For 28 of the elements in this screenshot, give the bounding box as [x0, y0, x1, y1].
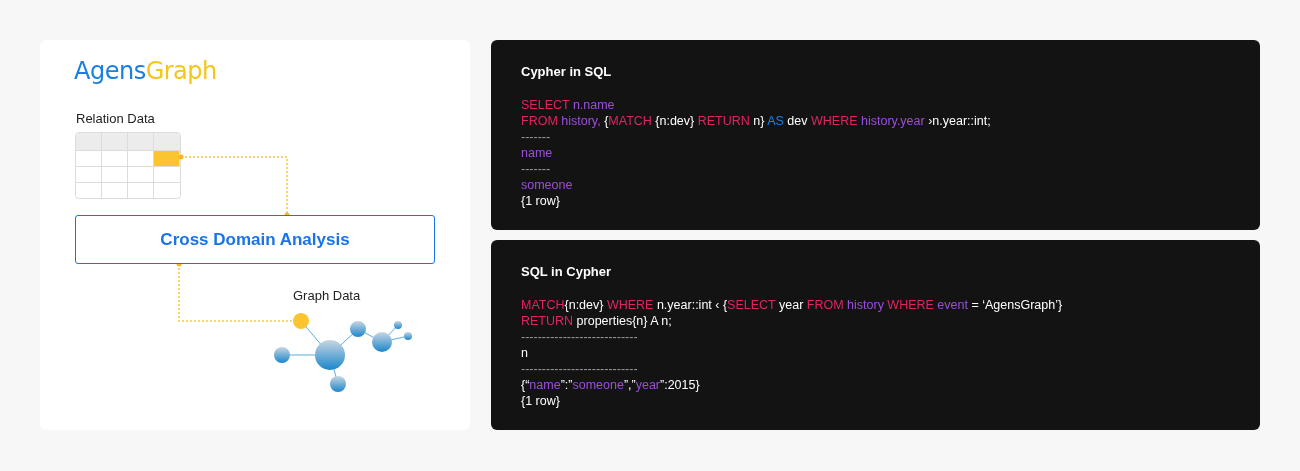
graph-node	[274, 347, 290, 363]
code-line: someone	[521, 177, 574, 193]
code-line: n	[521, 345, 529, 361]
graph-node	[293, 313, 309, 329]
graph-data-label: Graph Data	[293, 288, 361, 303]
code-line: {“name”:”someone”,”year”:2015}	[521, 377, 701, 393]
code-line: -------	[521, 161, 552, 177]
panel-title: SQL in Cypher	[521, 264, 613, 279]
code-line: {1 row}	[521, 193, 561, 209]
graph-node	[350, 321, 366, 337]
graph-node	[372, 332, 392, 352]
graph-node	[330, 376, 346, 392]
code-line: FROM history, {MATCH {n:dev} RETURN n} AS dev WHERE history.year ›n.year::int;	[521, 113, 992, 129]
code-line: ----------------------------	[521, 361, 639, 377]
code-line: RETURN properties{n} A n;	[521, 313, 673, 329]
code-line: {1 row}	[521, 393, 561, 409]
code-line: -------	[521, 129, 552, 145]
graph-node	[394, 321, 402, 329]
code-line: SELECT n.name	[521, 97, 616, 113]
code-line: ----------------------------	[521, 329, 639, 345]
panel-title: Cypher in SQL	[521, 64, 613, 79]
relation-data-label: Relation Data	[76, 111, 155, 126]
logo: AgensGraph	[74, 57, 217, 85]
graph-node	[404, 332, 412, 340]
graph-node	[315, 340, 345, 370]
code-line: name	[521, 145, 554, 161]
cross-domain-analysis-box: Cross Domain Analysis	[75, 215, 435, 264]
code-line: MATCH{n:dev} WHERE n.year::int ‹ {SELECT year FROM history WHERE event = ‘AgensGraph’}	[521, 297, 1064, 313]
